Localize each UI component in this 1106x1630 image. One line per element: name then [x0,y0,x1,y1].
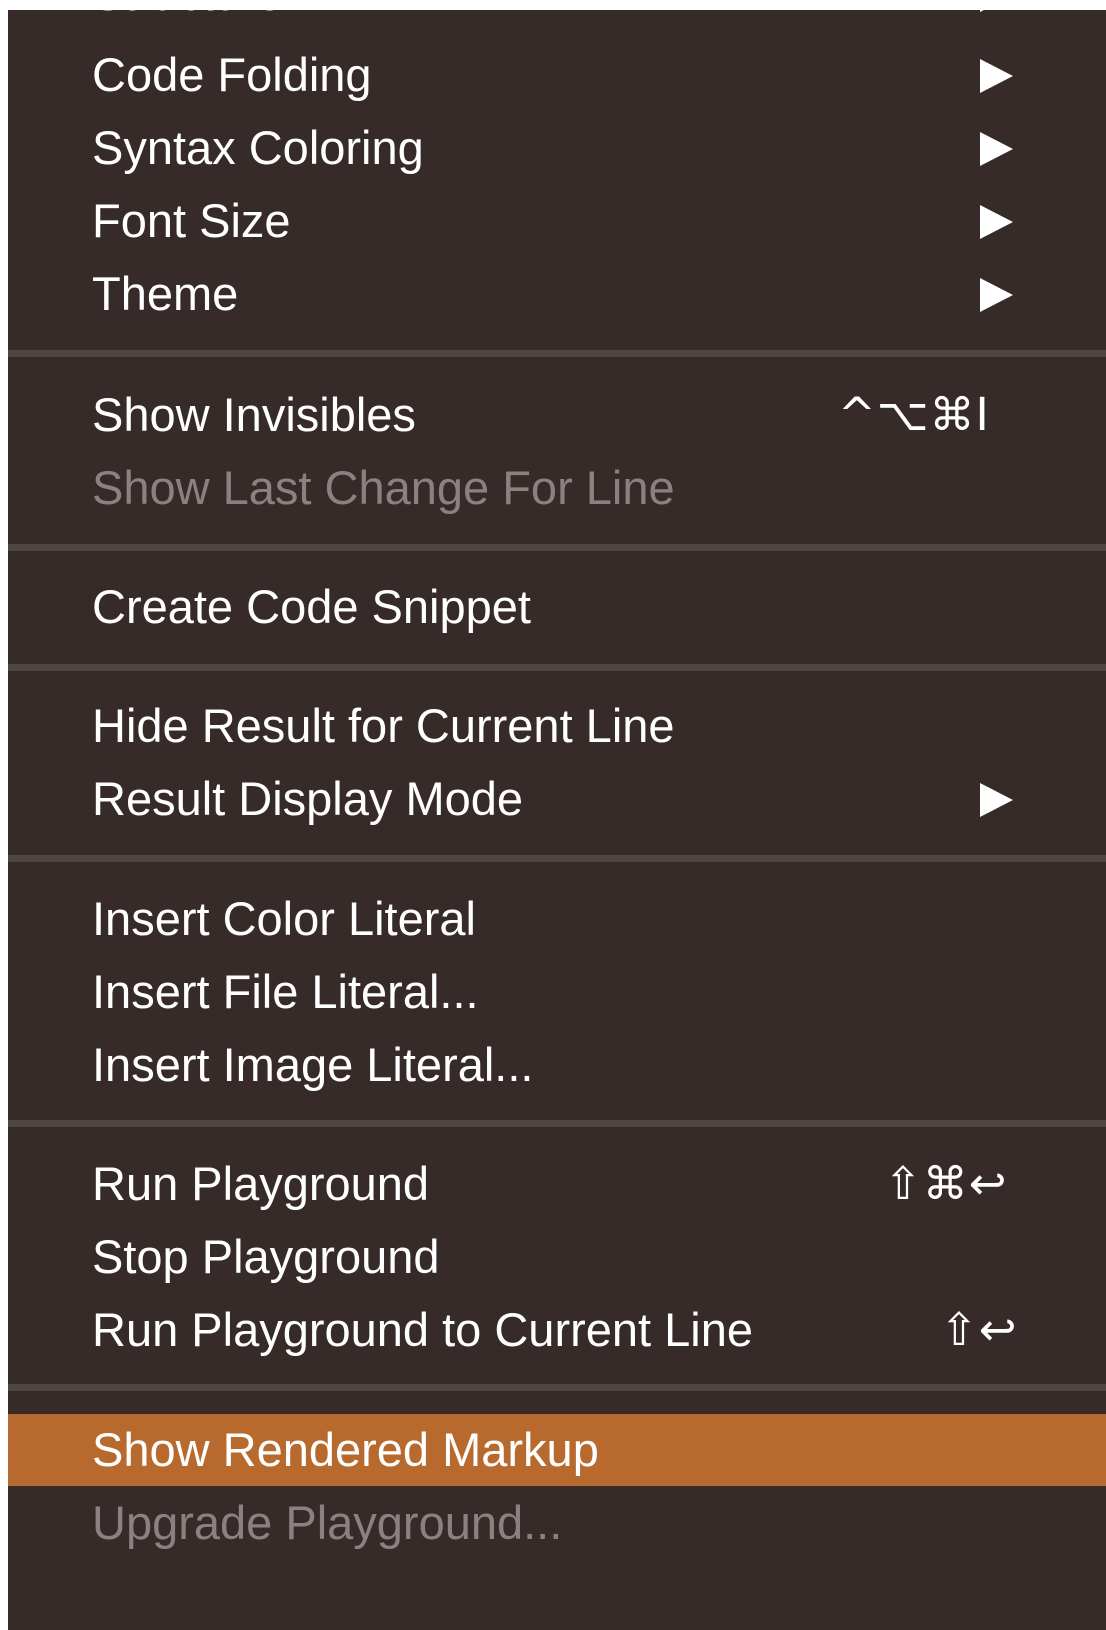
menu-item-label: Show Invisibles [92,388,416,441]
menu-item-label: Insert File Literal... [92,965,479,1018]
menu-item-code-folding[interactable]: Code Folding [8,39,1106,111]
submenu-arrow-icon [980,205,1013,239]
menu-item-label: Create Code Snippet [92,580,531,633]
submenu-arrow-icon [980,10,1013,12]
menu-item-label: Font Size [92,194,291,247]
context-menu: Structure Code Folding Syntax Coloring F… [8,10,1106,1630]
menu-item-label: Insert Image Literal... [92,1038,534,1091]
menu-item-label: Insert Color Literal [92,892,476,945]
menu-item-theme[interactable]: Theme [8,258,1106,330]
menu-item-syntax-coloring[interactable]: Syntax Coloring [8,112,1106,184]
menu-item-label: Run Playground to Current Line [92,1303,754,1356]
submenu-arrow-icon [980,132,1013,166]
menu-item-hide-result[interactable]: Hide Result for Current Line [8,690,1106,762]
submenu-arrow-icon [980,59,1013,93]
menu-item-show-last-change: Show Last Change For Line [8,452,1106,524]
keyboard-shortcut: ^⌥⌘I [838,388,990,441]
menu-item-show-rendered-markup[interactable]: Show Rendered Markup [8,1414,1106,1486]
menu-item-label: Structure [92,10,283,30]
submenu-arrow-icon [980,783,1013,817]
menu-item-run-to-current-line[interactable]: Run Playground to Current Line ⇧↩ [8,1294,1106,1366]
menu-item-label: Upgrade Playground... [92,1496,563,1549]
keyboard-shortcut: ⇧↩ [940,1303,1018,1356]
menu-item-label: Result Display Mode [92,772,524,825]
menu-item-create-code-snippet[interactable]: Create Code Snippet [8,571,1106,643]
submenu-arrow-icon [980,278,1013,312]
menu-item-label: Run Playground [92,1157,430,1210]
menu-item-label: Hide Result for Current Line [92,699,675,752]
menu-separator [8,544,1106,551]
menu-separator [8,1384,1106,1391]
menu-item-label: Stop Playground [92,1230,440,1283]
menu-separator [8,664,1106,671]
keyboard-shortcut: ⇧⌘↩ [884,1157,1008,1210]
menu-item-result-display-mode[interactable]: Result Display Mode [8,763,1106,835]
menu-item-insert-color-literal[interactable]: Insert Color Literal [8,883,1106,955]
menu-item-insert-file-literal[interactable]: Insert File Literal... [8,956,1106,1028]
menu-item-font-size[interactable]: Font Size [8,185,1106,257]
menu-item-label: Code Folding [92,48,372,101]
menu-separator [8,350,1106,357]
menu-item-stop-playground[interactable]: Stop Playground [8,1221,1106,1293]
menu-separator [8,1120,1106,1127]
menu-item-label: Show Last Change For Line [92,461,675,514]
menu-item-show-invisibles[interactable]: Show Invisibles ^⌥⌘I [8,379,1106,451]
menu-item-label: Show Rendered Markup [92,1423,599,1476]
menu-item-upgrade-playground: Upgrade Playground... [8,1487,1106,1559]
menu-item-run-playground[interactable]: Run Playground ⇧⌘↩ [8,1148,1106,1220]
menu-item-label: Theme [92,267,239,320]
menu-item-structure[interactable]: Structure [8,10,1106,30]
menu-item-insert-image-literal[interactable]: Insert Image Literal... [8,1029,1106,1101]
menu-item-label: Syntax Coloring [92,121,424,174]
menu-separator [8,855,1106,862]
